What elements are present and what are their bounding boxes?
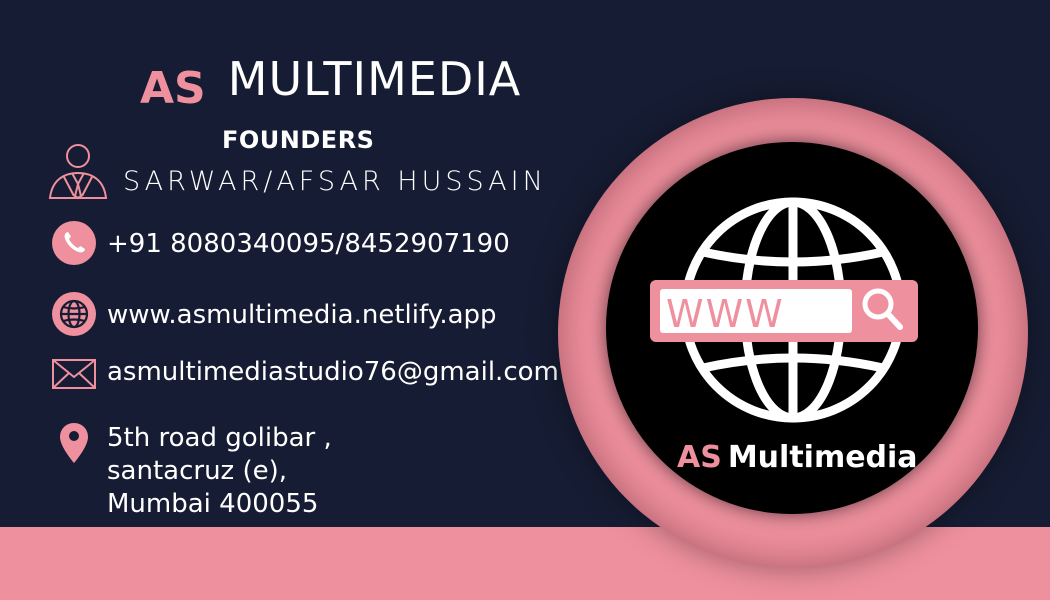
logo-prefix: AS [677,440,722,475]
globe-logo-icon: WWW [650,197,918,423]
logo-name: Multimedia [727,440,918,475]
brand-name: MULTIMEDIA [227,52,522,106]
business-card: AS MULTIMEDIA FOUNDERS SARWAR/AFSAR HUSS… [0,0,1050,600]
brand-title: AS MULTIMEDIA [140,52,522,114]
person-icon [48,144,108,200]
logo-wordmark: AS Multimedia [677,440,918,475]
website: www.asmultimedia.netlify.app [107,300,497,330]
phone-icon [52,221,96,265]
address: 5th road golibar , santacruz (e), Mumbai… [107,422,332,521]
email: asmultimediastudio76@gmail.com [107,357,559,387]
mail-icon [52,359,96,389]
founders-names: SARWAR/AFSAR HUSSAIN [123,166,547,197]
address-line: 5th road golibar , [107,423,332,453]
phone-number: +91 8080340095/8452907190 [107,229,510,259]
globe-icon [52,292,96,336]
founders-label: FOUNDERS [222,126,375,154]
address-line: santacruz (e), [107,456,288,486]
address-line: Mumbai 400055 [107,489,319,519]
logo-search-text: WWW [666,292,785,336]
location-pin-icon [60,423,88,463]
brand-prefix: AS [140,63,206,114]
